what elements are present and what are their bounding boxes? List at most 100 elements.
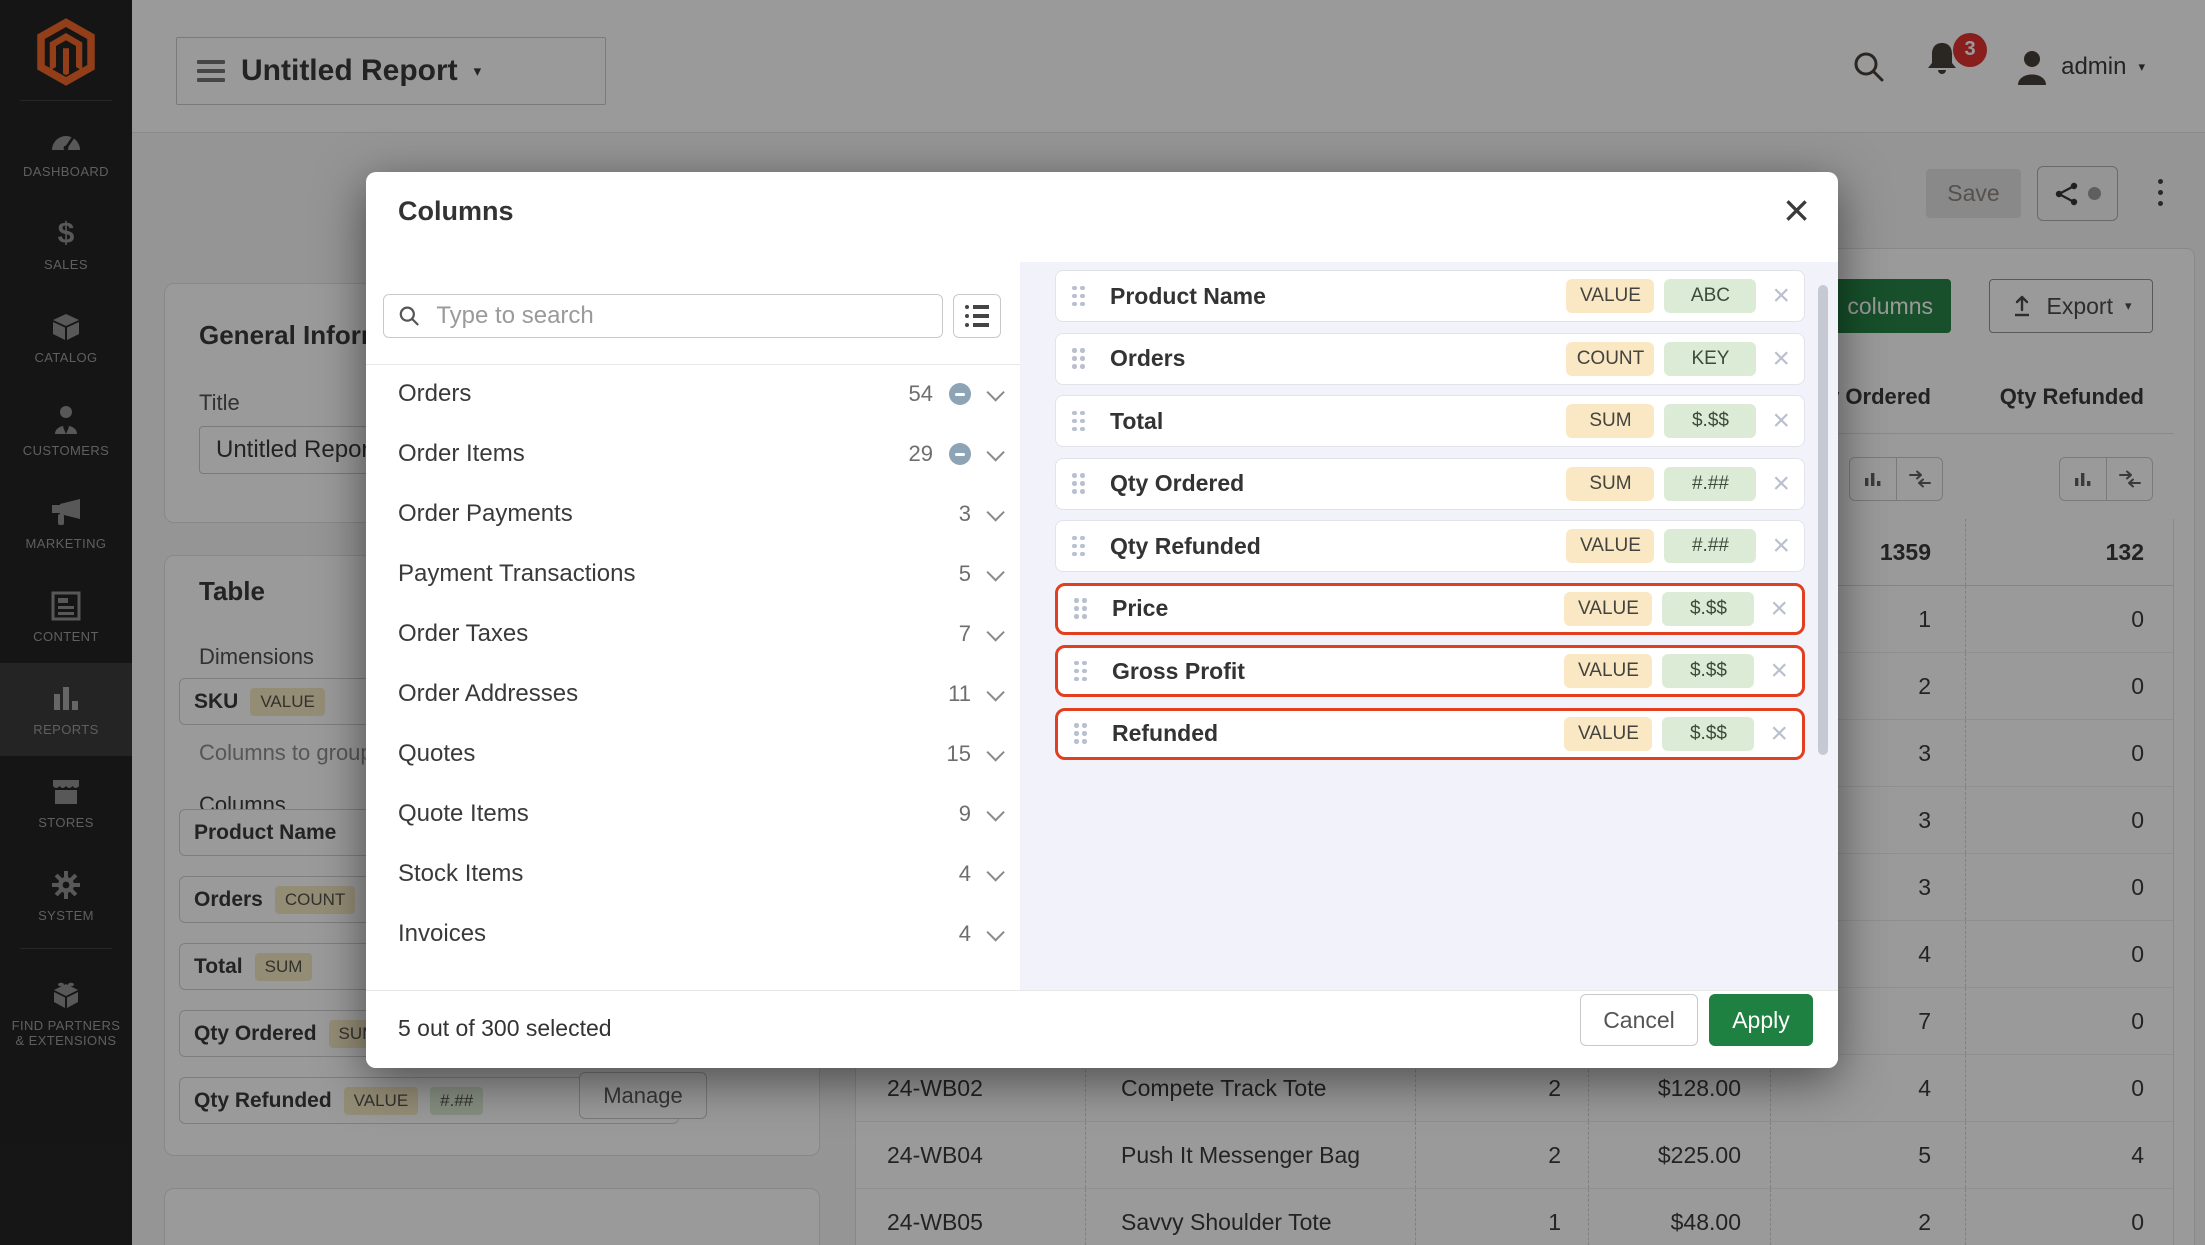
aggregation-badge[interactable]: VALUE: [1566, 279, 1655, 313]
drag-handle-icon[interactable]: [1072, 348, 1086, 369]
column-label: Total: [1110, 407, 1164, 434]
column-group-row[interactable]: Quotes 15: [366, 724, 1020, 784]
column-label: Refunded: [1112, 720, 1219, 746]
drag-handle-icon[interactable]: [1072, 285, 1086, 307]
modal-title: Columns: [398, 196, 514, 226]
format-badge[interactable]: #.##: [1664, 466, 1757, 501]
apply-button[interactable]: Apply: [1709, 994, 1813, 1046]
group-count: 54: [908, 381, 933, 406]
group-label: Payment Transactions: [398, 560, 636, 587]
column-label: Qty Refunded: [1110, 532, 1261, 559]
column-groups-list: Orders 54 Order Items 29 Order Payments: [366, 364, 1020, 964]
drag-handle-icon[interactable]: [1074, 723, 1088, 744]
group-label: Order Items: [398, 440, 525, 467]
group-label: Stock Items: [398, 860, 524, 887]
column-search[interactable]: [383, 294, 943, 338]
format-badge[interactable]: ABC: [1664, 279, 1757, 313]
selected-column-row[interactable]: Price VALUE $.$$ ×: [1055, 582, 1805, 635]
remove-icon[interactable]: ×: [1772, 406, 1790, 436]
chevron-down-icon[interactable]: [986, 862, 1005, 882]
scrollbar[interactable]: [1818, 285, 1828, 755]
aggregation-badge[interactable]: SUM: [1566, 466, 1655, 501]
aggregation-badge[interactable]: VALUE: [1566, 529, 1655, 563]
chevron-down-icon[interactable]: [986, 562, 1005, 582]
group-label: Order Payments: [398, 500, 573, 527]
column-group-row[interactable]: Quote Items 9: [366, 784, 1020, 844]
selected-column-row[interactable]: Total SUM $.$$ ×: [1055, 395, 1805, 447]
search-input[interactable]: [434, 301, 928, 331]
aggregation-badge[interactable]: SUM: [1566, 404, 1655, 438]
selected-column-row[interactable]: Qty Ordered SUM #.## ×: [1055, 457, 1805, 510]
aggregation-badge[interactable]: VALUE: [1564, 716, 1653, 751]
drag-handle-icon[interactable]: [1072, 410, 1086, 432]
list-icon: [965, 305, 989, 327]
chevron-down-icon[interactable]: [986, 682, 1005, 702]
format-badge[interactable]: #.##: [1664, 529, 1757, 563]
format-badge[interactable]: KEY: [1664, 341, 1757, 376]
remove-icon[interactable]: ×: [1772, 468, 1790, 499]
drag-handle-icon[interactable]: [1072, 535, 1086, 557]
remove-icon[interactable]: ×: [1772, 281, 1790, 311]
group-count: 4: [958, 921, 971, 946]
chevron-down-icon[interactable]: [986, 502, 1005, 522]
close-icon[interactable]: ×: [1783, 182, 1810, 238]
group-label: Order Addresses: [398, 680, 579, 707]
chevron-down-icon[interactable]: [986, 742, 1005, 762]
column-label: Gross Profit: [1112, 657, 1245, 684]
chevron-down-icon[interactable]: [986, 442, 1005, 462]
chevron-down-icon[interactable]: [986, 802, 1005, 822]
column-label: Orders: [1110, 345, 1186, 371]
aggregation-badge[interactable]: VALUE: [1564, 591, 1653, 626]
group-label: Invoices: [398, 920, 487, 947]
partial-selection-icon: [949, 443, 971, 465]
remove-icon[interactable]: ×: [1772, 343, 1790, 374]
chevron-down-icon[interactable]: [986, 922, 1005, 942]
group-count: 11: [948, 681, 971, 706]
columns-modal: Columns × Orders 54: [366, 172, 1838, 1068]
column-group-row[interactable]: Stock Items 4: [366, 844, 1020, 904]
column-group-row[interactable]: Order Taxes 7: [366, 604, 1020, 664]
format-badge[interactable]: $.$$: [1662, 716, 1755, 751]
selected-column-row[interactable]: Product Name VALUE ABC ×: [1055, 270, 1805, 322]
aggregation-badge[interactable]: COUNT: [1566, 341, 1655, 376]
drag-handle-icon[interactable]: [1074, 660, 1088, 682]
column-group-row[interactable]: Payment Transactions 5: [366, 544, 1020, 604]
selection-status: 5 out of 300 selected: [398, 1015, 612, 1041]
group-count: 29: [908, 441, 933, 466]
drag-handle-icon[interactable]: [1072, 473, 1086, 494]
format-badge[interactable]: $.$$: [1662, 591, 1755, 626]
drag-handle-icon[interactable]: [1074, 598, 1088, 619]
remove-icon[interactable]: ×: [1772, 531, 1790, 561]
chevron-down-icon[interactable]: [986, 382, 1005, 402]
column-group-row[interactable]: Order Items 29: [366, 424, 1020, 484]
selected-column-row[interactable]: Qty Refunded VALUE #.## ×: [1055, 520, 1805, 572]
column-group-row[interactable]: Order Addresses 11: [366, 664, 1020, 724]
chevron-down-icon[interactable]: [986, 622, 1005, 642]
column-group-row[interactable]: Order Payments 3: [366, 484, 1020, 544]
aggregation-badge[interactable]: VALUE: [1564, 654, 1653, 688]
column-group-row[interactable]: Invoices 4: [366, 904, 1020, 964]
group-label: Orders: [398, 380, 472, 407]
format-badge[interactable]: $.$$: [1664, 404, 1757, 438]
selected-columns-list: Product Name VALUE ABC × Orders COUNT KE…: [1055, 270, 1805, 770]
group-count: 3: [958, 501, 971, 526]
list-view-button[interactable]: [953, 294, 1001, 338]
group-count: 15: [946, 741, 971, 766]
group-label: Quote Items: [398, 800, 529, 827]
remove-icon[interactable]: ×: [1770, 656, 1788, 686]
format-badge[interactable]: $.$$: [1662, 654, 1755, 688]
group-count: 5: [958, 561, 971, 586]
column-label: Price: [1112, 595, 1169, 621]
selected-column-row[interactable]: Orders COUNT KEY ×: [1055, 332, 1805, 385]
cancel-button[interactable]: Cancel: [1580, 994, 1698, 1046]
remove-icon[interactable]: ×: [1770, 718, 1788, 749]
screen: DASHBOARD $ SALES CATALOG CUSTOMERS MARK…: [0, 0, 2205, 1245]
selected-column-row[interactable]: Refunded VALUE $.$$ ×: [1055, 707, 1805, 760]
selected-column-row[interactable]: Gross Profit VALUE $.$$ ×: [1055, 645, 1805, 697]
search-icon: [399, 306, 419, 326]
remove-icon[interactable]: ×: [1770, 593, 1788, 624]
column-group-row[interactable]: Orders 54: [366, 364, 1020, 424]
group-label: Order Taxes: [398, 620, 529, 647]
column-label: Product Name: [1110, 282, 1266, 309]
group-label: Quotes: [398, 740, 476, 767]
